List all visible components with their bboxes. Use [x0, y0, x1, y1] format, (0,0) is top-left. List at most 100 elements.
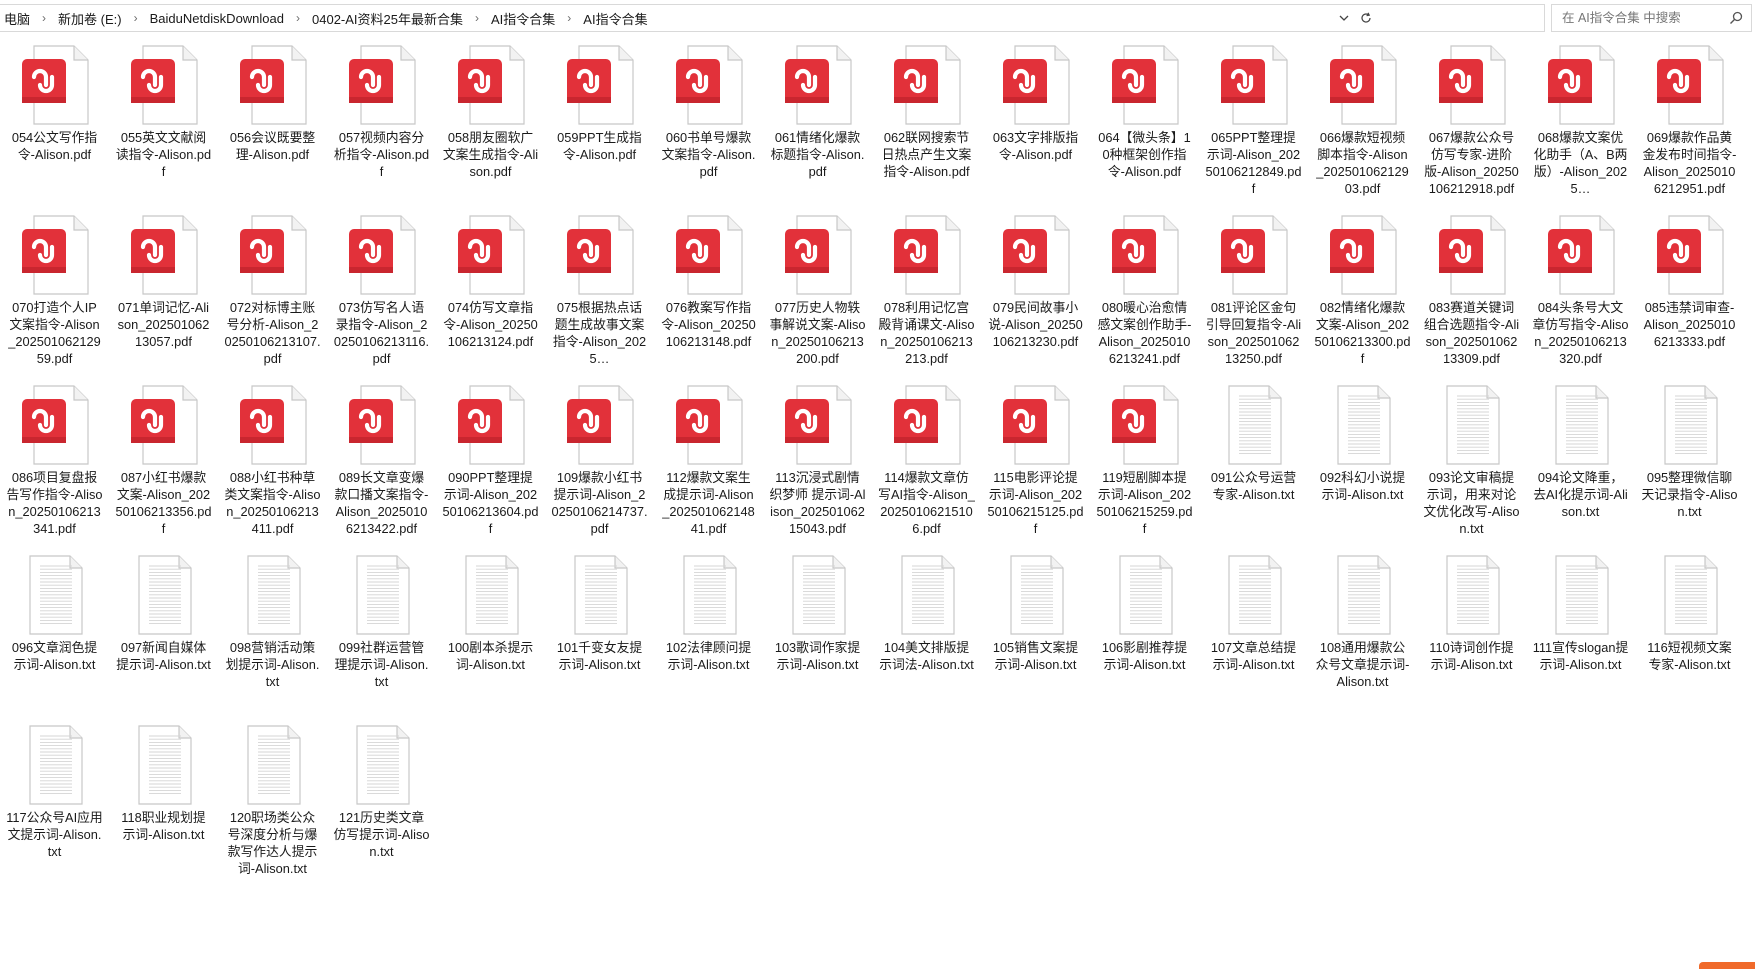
file-item[interactable]: 075根据热点话题生成故事文案指令-Alison_2025… [545, 212, 654, 382]
text-file-icon [1228, 385, 1282, 465]
file-item[interactable]: 112爆款文案生成提示词-Alison_20250106214841.pdf [654, 382, 763, 552]
breadcrumb-item[interactable]: 0402-AI资料25年最新合集 [308, 9, 467, 28]
file-item[interactable]: 084头条号大文章仿写指令-Alison_20250106213320.pdf [1526, 212, 1635, 382]
file-item[interactable]: 068爆款文案优化助手（A、B两版）-Alison_2025… [1526, 42, 1635, 212]
search-input[interactable] [1560, 10, 1724, 26]
file-item[interactable]: 108通用爆款公众号文章提示词-Alison.txt [1308, 552, 1417, 722]
file-name: 093论文审稿提示词，用来对论文优化改写-Alison.txt [1423, 470, 1520, 536]
file-item[interactable]: 097新闻自媒体提示词-Alison.txt [109, 552, 218, 722]
text-file-icon [901, 555, 955, 635]
address-bar[interactable]: 电脑 › 新加卷 (E:) › BaiduNetdiskDownload › 0402-AI… [0, 4, 1545, 32]
file-item[interactable]: 105销售文案提示词-Alison.txt [981, 552, 1090, 722]
search-box[interactable] [1551, 4, 1752, 32]
pdf-file-icon [1439, 215, 1506, 295]
file-item[interactable]: 087小红书爆款文案-Alison_20250106213356.pdf [109, 382, 218, 552]
file-item[interactable]: 073仿写名人语录指令-Alison_20250106213116.pdf [327, 212, 436, 382]
chevron-right-icon[interactable]: › [126, 11, 146, 25]
file-item[interactable]: 091公众号运营专家-Alison.txt [1199, 382, 1308, 552]
file-name: 091公众号运营专家-Alison.txt [1210, 470, 1297, 502]
file-item[interactable]: 118职业规划提示词-Alison.txt [109, 722, 218, 892]
file-item[interactable]: 090PPT整理提示词-Alison_20250106213604.pdf [436, 382, 545, 552]
file-item[interactable]: 060书单号爆款文案指令-Alison.pdf [654, 42, 763, 212]
file-item[interactable]: 104美文排版提示词法-Alison.txt [872, 552, 981, 722]
file-item[interactable]: 080暖心治愈情感文案创作助手-Alison_20250106213241.pd… [1090, 212, 1199, 382]
file-name: 078利用记忆宫殿背诵课文-Alison_20250106213213.pdf [878, 300, 975, 366]
file-item[interactable]: 074仿写文章指令-Alison_20250106213124.pdf [436, 212, 545, 382]
file-item[interactable]: 094论文降重，去AI化提示词-Alison.txt [1526, 382, 1635, 552]
file-item[interactable]: 079民间故事小说-Alison_20250106213230.pdf [981, 212, 1090, 382]
breadcrumb-item[interactable]: AI指令合集 [487, 9, 559, 28]
file-item[interactable]: 102法律顾问提示词-Alison.txt [654, 552, 763, 722]
file-item[interactable]: 085违禁词审查-Alison_20250106213333.pdf [1635, 212, 1744, 382]
file-item[interactable]: 054公文写作指令-Alison.pdf [0, 42, 109, 212]
chevron-down-icon[interactable] [1333, 5, 1355, 31]
file-item[interactable]: 082情绪化爆款文案-Alison_20250106213300.pdf [1308, 212, 1417, 382]
file-item[interactable]: 062联网搜索节日热点产生文案指令-Alison.pdf [872, 42, 981, 212]
file-item[interactable]: 095整理微信聊天记录指令-Alison.txt [1635, 382, 1744, 552]
file-item[interactable]: 114爆款文章仿写AI指令-Alison_20250106215106.pdf [872, 382, 981, 552]
file-item[interactable]: 071单词记忆-Alison_20250106213057.pdf [109, 212, 218, 382]
file-item[interactable]: 109爆款小红书提示词-Alison_20250106214737.pdf [545, 382, 654, 552]
file-item[interactable]: 100剧本杀提示词-Alison.txt [436, 552, 545, 722]
pdf-file-icon [894, 45, 961, 125]
file-item[interactable]: 078利用记忆宫殿背诵课文-Alison_20250106213213.pdf [872, 212, 981, 382]
file-item[interactable]: 116短视频文案专家-Alison.txt [1635, 552, 1744, 722]
file-name: 069爆款作品黄金发布时间指令-Alison_20250106212951.pd… [1642, 130, 1737, 196]
pdf-file-icon [676, 385, 743, 465]
file-item[interactable]: 111宣传slogan提示词-Alison.txt [1526, 552, 1635, 722]
file-item[interactable]: 092科幻小说提示词-Alison.txt [1308, 382, 1417, 552]
chevron-right-icon[interactable]: › [288, 11, 308, 25]
pdf-file-icon [349, 45, 416, 125]
breadcrumb-item[interactable]: AI指令合集 [579, 9, 651, 28]
file-item[interactable]: 119短剧脚本提示词-Alison_20250106215259.pdf [1090, 382, 1199, 552]
file-item[interactable]: 113沉浸式剧情织梦师 提示词-Alison_20250106215043.pd… [763, 382, 872, 552]
file-item[interactable]: 096文章润色提示词-Alison.txt [0, 552, 109, 722]
file-name: 116短视频文案专家-Alison.txt [1647, 640, 1732, 672]
file-item[interactable]: 117公众号AI应用文提示词-Alison.txt [0, 722, 109, 892]
file-item[interactable]: 107文章总结提示词-Alison.txt [1199, 552, 1308, 722]
file-item[interactable]: 115电影评论提示词-Alison_20250106215125.pdf [981, 382, 1090, 552]
file-item[interactable]: 106影剧推荐提示词-Alison.txt [1090, 552, 1199, 722]
chevron-right-icon[interactable]: › [467, 11, 487, 25]
file-item[interactable]: 120职场类公众号深度分析与爆款写作达人提示词-Alison.txt [218, 722, 327, 892]
file-item[interactable]: 061情绪化爆款标题指令-Alison.pdf [763, 42, 872, 212]
pdf-file-icon [567, 215, 634, 295]
file-item[interactable]: 098营销活动策划提示词-Alison.txt [218, 552, 327, 722]
file-item[interactable]: 059PPT生成指令-Alison.pdf [545, 42, 654, 212]
file-item[interactable]: 088小红书种草类文案指令-Alison_20250106213411.pdf [218, 382, 327, 552]
file-item[interactable]: 089长文章变爆款口播文案指令-Alison_20250106213422.pd… [327, 382, 436, 552]
file-item[interactable]: 099社群运营管理提示词-Alison.txt [327, 552, 436, 722]
file-item[interactable]: 057视频内容分析指令-Alison.pdf [327, 42, 436, 212]
search-icon[interactable] [1729, 11, 1743, 25]
file-item[interactable]: 077历史人物轶事解说文案-Alison_20250106213200.pdf [763, 212, 872, 382]
file-item[interactable]: 064【微头条】10种框架创作指令-Alison.pdf [1090, 42, 1199, 212]
file-item[interactable]: 063文字排版指令-Alison.pdf [981, 42, 1090, 212]
file-item[interactable]: 067爆款公众号仿写专家-进阶版-Alison_20250106212918.p… [1417, 42, 1526, 212]
file-item[interactable]: 081评论区金句引导回复指令-Alison_20250106213250.pdf [1199, 212, 1308, 382]
chevron-right-icon[interactable]: › [34, 11, 54, 25]
file-item[interactable]: 066爆款短视频脚本指令-Alison_20250106212903.pdf [1308, 42, 1417, 212]
file-item[interactable]: 069爆款作品黄金发布时间指令-Alison_20250106212951.pd… [1635, 42, 1744, 212]
pdf-file-icon [676, 215, 743, 295]
file-item[interactable]: 086项目复盘报告写作指令-Alison_20250106213341.pdf [0, 382, 109, 552]
file-item[interactable]: 103歌词作家提示词-Alison.txt [763, 552, 872, 722]
breadcrumb-item[interactable]: 新加卷 (E:) [54, 9, 126, 28]
file-item[interactable]: 065PPT整理提示词-Alison_20250106212849.pdf [1199, 42, 1308, 212]
file-item[interactable]: 076教案写作指令-Alison_20250106213148.pdf [654, 212, 763, 382]
file-item[interactable]: 101千变女友提示词-Alison.txt [545, 552, 654, 722]
chevron-right-icon[interactable]: › [559, 11, 579, 25]
file-item[interactable]: 056会议既要整理-Alison.pdf [218, 42, 327, 212]
file-item[interactable]: 083赛道关键词组合选题指令-Alison_20250106213309.pdf [1417, 212, 1526, 382]
file-item[interactable]: 058朋友圈软广文案生成指令-Alison.pdf [436, 42, 545, 212]
file-item[interactable]: 070打造个人IP文案指令-Alison_20250106212959.pdf [0, 212, 109, 382]
breadcrumb-item[interactable]: 电脑 [0, 9, 34, 28]
file-item[interactable]: 121历史类文章仿写提示词-Alison.txt [327, 722, 436, 892]
breadcrumb-item[interactable]: BaiduNetdiskDownload [146, 11, 288, 26]
file-item[interactable]: 110诗词创作提示词-Alison.txt [1417, 552, 1526, 722]
file-item[interactable]: 055英文文献阅读指令-Alison.pdf [109, 42, 218, 212]
refresh-icon[interactable] [1355, 5, 1377, 31]
file-item[interactable]: 093论文审稿提示词，用来对论文优化改写-Alison.txt [1417, 382, 1526, 552]
file-name: 063文字排版指令-Alison.pdf [992, 130, 1079, 162]
file-item[interactable]: 072对标博主账号分析-Alison_20250106213107.pdf [218, 212, 327, 382]
file-name: 106影剧推荐提示词-Alison.txt [1101, 640, 1188, 672]
